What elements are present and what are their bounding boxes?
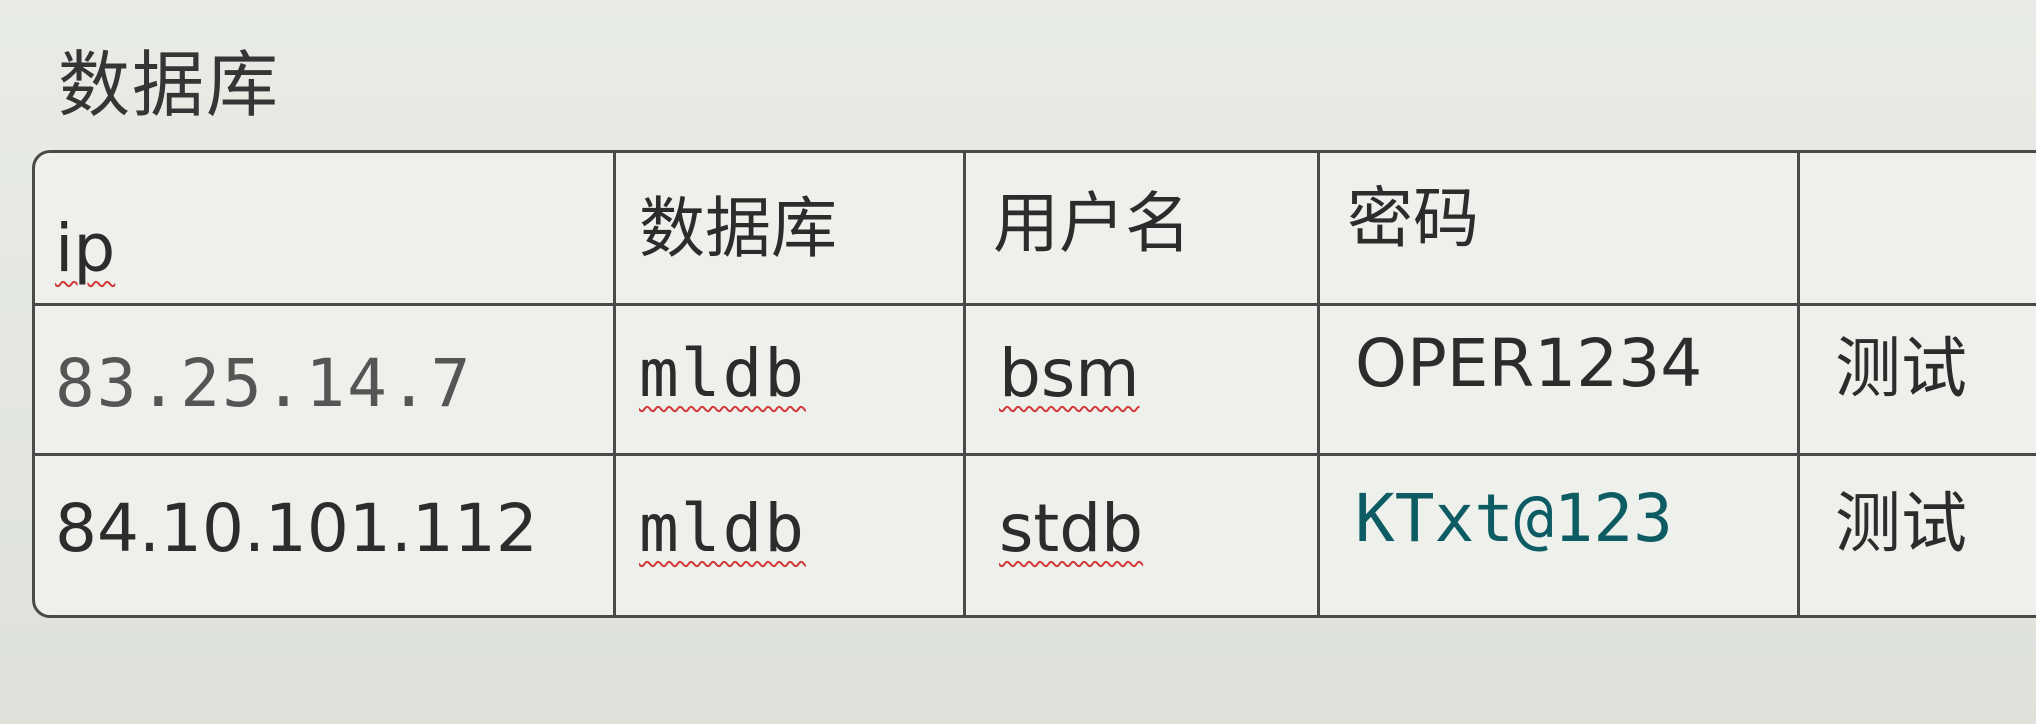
row-divider: [35, 303, 2036, 306]
header-database: 数据库: [639, 190, 837, 267]
column-divider: [1317, 153, 1320, 615]
row2-database: mldb: [639, 489, 806, 567]
header-ip: ip: [55, 209, 116, 287]
row1-password: OPER1234: [1355, 324, 1703, 402]
column-divider: [963, 153, 966, 615]
column-divider: [1797, 153, 1800, 615]
column-divider: [613, 153, 616, 615]
section-heading: 数据库: [58, 43, 281, 127]
database-table: ip 数据库 用户名 密码 83.25.14.7 mldb bsm OPER12…: [32, 150, 2036, 618]
row1-notes: 测试: [1835, 330, 1967, 407]
row1-ip: 83.25.14.7: [55, 344, 473, 422]
row2-notes: 测试: [1835, 485, 1967, 562]
row2-password: KTxt@123: [1355, 479, 1673, 557]
header-password: 密码: [1347, 180, 1479, 257]
document-page: 数据库 ip 数据库 用户名 密码 83.25.14.7 mldb bsm OP…: [0, 0, 2036, 724]
header-username: 用户名: [993, 185, 1191, 262]
row1-username: bsm: [999, 334, 1140, 412]
row-divider: [35, 453, 2036, 456]
row2-ip: 84.10.101.112: [55, 489, 538, 567]
row2-username: stdb: [999, 489, 1144, 567]
row1-database: mldb: [639, 334, 806, 412]
